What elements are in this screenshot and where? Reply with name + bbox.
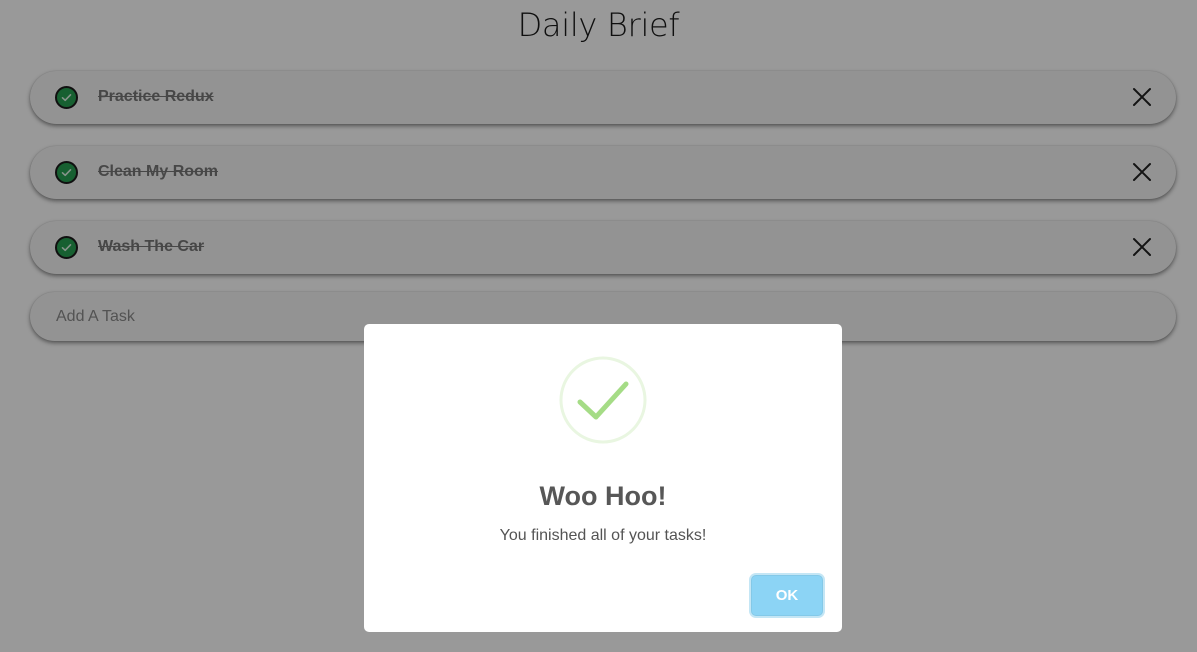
ok-button[interactable]: OK xyxy=(751,575,823,616)
modal-message: You finished all of your tasks! xyxy=(499,527,707,544)
success-modal: Woo Hoo! You finished all of your tasks!… xyxy=(364,324,842,632)
success-check-icon xyxy=(559,356,647,444)
modal-title: Woo Hoo! xyxy=(539,481,667,511)
